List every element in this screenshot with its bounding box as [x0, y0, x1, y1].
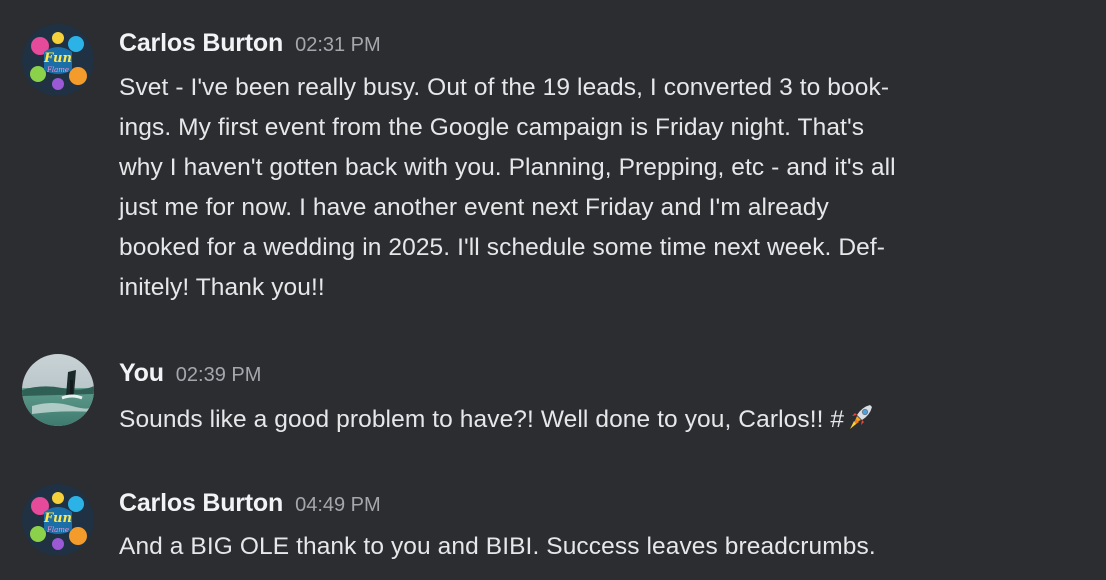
- author-name[interactable]: You: [119, 359, 164, 387]
- avatar[interactable]: Fun Flame: [22, 24, 94, 96]
- svg-text:Flame: Flame: [46, 526, 69, 534]
- svg-text:Fun: Fun: [43, 51, 72, 66]
- message-text-line: just me for now. I have another event ne…: [119, 194, 829, 221]
- rocket-icon: [848, 403, 874, 431]
- fun-flame-logo-icon: Fun Flame: [22, 484, 94, 556]
- author-name[interactable]: Carlos Burton: [119, 489, 283, 517]
- timestamp: 04:49 PM: [295, 494, 381, 516]
- fun-flame-logo-icon: Fun Flame: [22, 24, 94, 96]
- timestamp: 02:39 PM: [175, 364, 262, 386]
- message-text-line: Sounds like a good problem to have?! Wel…: [119, 403, 874, 434]
- message-text-line: ings. My first event from the Google cam…: [119, 114, 865, 141]
- chat-log: Fun Flame Carlos Burton 02:31 PM Svet - I…: [0, 0, 1106, 580]
- message-text-line: Svet - I've been really busy. Out of the…: [119, 74, 890, 101]
- svg-text:Fun: Fun: [43, 511, 72, 526]
- message-text-line: initely! Thank you!!: [119, 274, 325, 301]
- message-text-line: why I haven't gotten back with you. Plan…: [119, 154, 896, 181]
- avatar[interactable]: Fun Flame: [22, 484, 94, 556]
- svg-text:Flame: Flame: [46, 66, 69, 74]
- windsurfer-photo-icon: [22, 354, 94, 426]
- author-name[interactable]: Carlos Burton: [119, 29, 283, 57]
- timestamp: 02:31 PM: [295, 34, 381, 56]
- message-text-line: And a BIG OLE thank to you and BIBI. Suc…: [119, 533, 876, 560]
- avatar[interactable]: [22, 354, 94, 426]
- message-text-line: booked for a wedding in 2025. I'll sched…: [119, 234, 886, 261]
